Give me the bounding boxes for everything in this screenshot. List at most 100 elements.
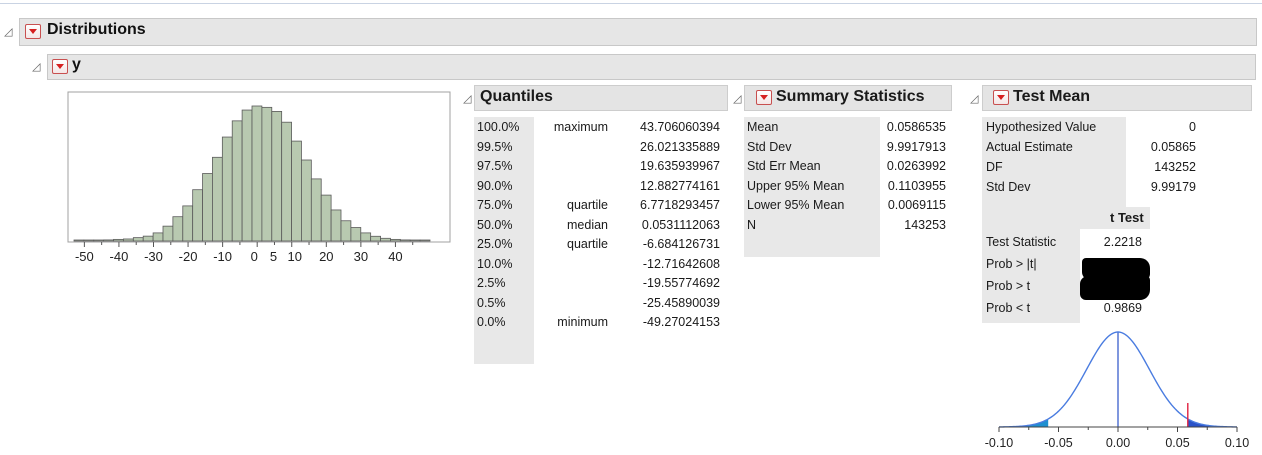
histogram-bar [380, 237, 391, 242]
histogram-tick-label: 10 [288, 249, 302, 264]
histogram-bar [360, 232, 372, 242]
histogram-bar [182, 205, 194, 242]
histogram-bar [123, 238, 134, 242]
summary-red-triangle-menu-icon[interactable] [756, 90, 772, 105]
test-mean-title: Test Mean [1013, 88, 1091, 105]
histogram-bar [301, 159, 312, 242]
histogram-bar [113, 238, 124, 242]
histogram-bar [192, 189, 203, 242]
quantile-label: maximum [553, 120, 608, 134]
density-tick-label: -0.05 [1044, 436, 1073, 450]
histogram-tick-label: 5 [270, 249, 277, 264]
histogram-bar [212, 156, 223, 242]
histogram-bar [330, 209, 342, 242]
histogram-bar [142, 235, 154, 242]
quantile-percent: 25.0% [477, 237, 513, 251]
density-tick-label: -0.10 [985, 436, 1013, 450]
density-tick-label: 0.00 [1106, 436, 1130, 450]
distributions-header [19, 18, 1257, 46]
variable-disclosure-triangle-icon[interactable]: ◿ [32, 61, 40, 73]
quantile-percent: 10.0% [477, 256, 513, 271]
summary-stat-value: 0.0586535 [886, 120, 946, 134]
histogram-bar [172, 216, 184, 242]
test-mean-value: 0.05865 [1150, 140, 1196, 154]
histogram-tick-label: -40 [110, 249, 129, 264]
histogram-tick-label: 0 [251, 249, 258, 264]
quantiles-title: Quantiles [480, 88, 553, 105]
histogram-bar [73, 239, 85, 242]
summary-stat-label: Std Err Mean [747, 159, 821, 173]
t-test-label: Prob > |t| [986, 257, 1037, 271]
histogram-bar [93, 239, 105, 242]
histogram-tick-label: -20 [179, 249, 198, 264]
quantile-value: -12.71642608 [642, 256, 720, 271]
variable-header [47, 54, 1256, 80]
quantiles-disclosure-triangle-icon[interactable]: ◿ [463, 93, 471, 105]
quantile-percent: 97.5% [477, 159, 513, 173]
histogram-bar [409, 239, 421, 242]
histogram-tick-label: -50 [75, 249, 94, 264]
t-test-label: Test Statistic [986, 235, 1057, 249]
histogram-bar [83, 239, 95, 242]
test-mean-label: Std Dev [986, 180, 1031, 194]
histogram-bar [162, 225, 174, 242]
histogram-tick-label: -10 [213, 249, 232, 264]
histogram-bar [350, 227, 362, 242]
histogram-plot: -50 -40 -30 -20 -10 0 5 10 20 30 40 [67, 91, 451, 264]
histogram-bar [241, 109, 253, 242]
histogram-bar [310, 178, 322, 242]
disclosure-triangle-icon[interactable]: ◿ [4, 26, 12, 38]
summary-stat-value: 0.0069115 [887, 198, 946, 212]
test-mean-red-triangle-menu-icon[interactable] [993, 90, 1009, 105]
summary-stat-value: 143253 [904, 217, 946, 232]
top-border [0, 3, 1262, 4]
redacted-p-value-2 [1080, 276, 1150, 300]
histogram-bar [399, 239, 411, 242]
distributions-red-triangle-menu-icon[interactable] [25, 24, 41, 39]
summary-stat-value: 0.0263992 [886, 159, 946, 173]
quantile-percent: 99.5% [477, 139, 513, 154]
test-mean-label: Hypothesized Value [986, 120, 1097, 134]
quantile-label: minimum [557, 315, 608, 329]
density-tick-label: 0.05 [1165, 436, 1189, 450]
test-mean-value: 0 [1189, 120, 1196, 134]
histogram-bar [103, 239, 114, 242]
variable-red-triangle-menu-icon[interactable] [52, 59, 68, 74]
quantile-value: 43.706060394 [640, 120, 720, 134]
test-mean-value: 9.99179 [1150, 180, 1196, 194]
t-test-value: 2.2218 [1103, 235, 1142, 249]
t-test-header: t Test [1110, 210, 1144, 225]
histogram-tick-label: 30 [354, 249, 368, 264]
t-test-value: 0.9869 [1103, 301, 1142, 315]
histogram-bar [231, 120, 243, 242]
quantile-value: 26.021335889 [640, 139, 720, 154]
quantile-label: quartile [567, 198, 608, 212]
quantile-value: -6.684126731 [642, 237, 720, 251]
histogram-tick-label: 40 [388, 249, 402, 264]
summary-stat-label: Mean [747, 120, 779, 134]
histogram-bar [251, 105, 263, 242]
test-mean-disclosure-triangle-icon[interactable]: ◿ [970, 93, 978, 105]
summary-disclosure-triangle-icon[interactable]: ◿ [733, 93, 741, 105]
summary-stat-label: Upper 95% Mean [747, 178, 845, 193]
histogram-bar [202, 173, 213, 242]
histogram-bar [419, 239, 431, 242]
quantile-percent: 0.0% [477, 315, 506, 329]
quantile-label: quartile [567, 237, 608, 251]
quantile-percent: 2.5% [477, 276, 506, 290]
histogram-tick-label: 20 [319, 249, 333, 264]
histogram-bar [271, 110, 283, 242]
summary-statistics-title: Summary Statistics [776, 88, 925, 105]
test-mean-label: DF [986, 160, 1003, 174]
histogram-bar [370, 235, 381, 242]
density-tick-label: 0.10 [1225, 436, 1249, 450]
variable-title: y [72, 56, 81, 73]
histogram-bar [390, 238, 401, 242]
summary-stat-label: Lower 95% Mean [747, 198, 845, 212]
quantile-value: 6.7718293457 [640, 198, 720, 212]
t-test-label: Prob > t [986, 279, 1031, 293]
quantile-value: 19.635939967 [640, 159, 720, 173]
summary-stat-value: 9.9917913 [886, 139, 946, 154]
quantile-percent: 100.0% [477, 120, 520, 134]
test-mean-label: Actual Estimate [986, 140, 1073, 154]
